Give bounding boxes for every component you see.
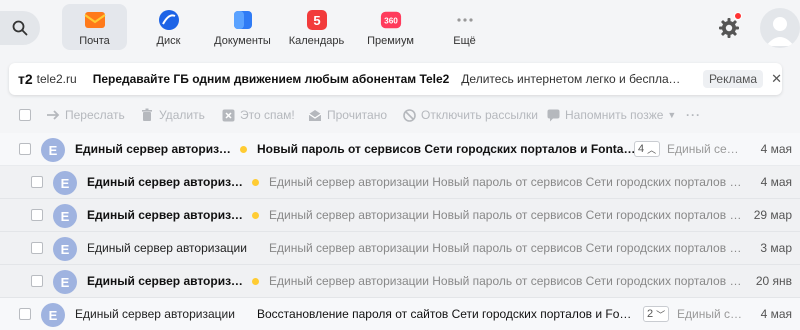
message-checkbox[interactable] <box>19 143 31 155</box>
message-preview: Единый сервер авторизации Новый пароль о… <box>269 274 743 288</box>
message-checkbox[interactable] <box>31 176 43 188</box>
unread-dot[interactable] <box>252 179 259 186</box>
message-subject: Новый пароль от сервисов Сети городских … <box>257 142 637 156</box>
chevron-icon: ︿ <box>647 144 657 155</box>
service-premium[interactable]: 360 Премиум <box>358 4 423 50</box>
unread-dot[interactable] <box>240 146 247 153</box>
ad-label: Реклама <box>702 70 764 88</box>
sender-name: Единый сервер авторизации <box>87 175 245 189</box>
remind-later-button[interactable]: Напомнить позже ▼ <box>546 108 676 122</box>
message-snippet: Единый сервер авторизации <box>667 142 745 156</box>
message-checkbox[interactable] <box>31 242 43 254</box>
ad-logo: т2 <box>18 71 33 87</box>
message-row[interactable]: Е Единый сервер авторизации Единый сервер … <box>0 265 800 298</box>
toolbar-more-button[interactable]: ··· <box>686 108 701 122</box>
message-row[interactable]: Е Единый сервер авторизации Единый сервер … <box>0 166 800 199</box>
thread-count[interactable]: 2 ﹀ <box>643 306 670 322</box>
service-more[interactable]: Ещё <box>432 4 497 50</box>
user-avatar[interactable] <box>760 8 800 48</box>
select-all-checkbox[interactable] <box>19 109 31 121</box>
thread-count[interactable]: 4 ︿ <box>634 141 661 157</box>
ad-banner[interactable]: т2 tele2.ru Передавайте ГБ одним движени… <box>9 63 782 95</box>
mail-icon <box>83 9 106 31</box>
spam-button[interactable]: Это спам! <box>221 108 295 122</box>
message-preview: Единый сервер авторизации Новый пароль о… <box>269 241 743 255</box>
ad-site: tele2.ru <box>36 72 77 86</box>
sender-avatar[interactable]: Е <box>41 138 65 162</box>
mark-read-button[interactable]: Прочитано <box>308 108 387 122</box>
calendar-icon: 5 <box>306 9 328 31</box>
sender-avatar[interactable]: Е <box>53 171 77 195</box>
service-label: Календарь <box>288 35 345 47</box>
sender-avatar[interactable]: Е <box>53 270 77 294</box>
sender-avatar[interactable]: Е <box>53 204 77 228</box>
message-checkbox[interactable] <box>19 308 31 320</box>
chevron-icon: ﹀ <box>656 309 666 320</box>
search-button[interactable] <box>0 11 40 45</box>
message-subject: Восстановление пароля от сайтов Сети гор… <box>257 307 637 321</box>
message-checkbox[interactable] <box>31 209 43 221</box>
message-row[interactable]: Е Единый сервер авторизации Единый сервер … <box>0 232 800 265</box>
trash-icon <box>140 108 154 122</box>
sender-name: Единый сервер авторизации <box>75 142 233 156</box>
forward-icon <box>46 108 60 122</box>
service-calendar[interactable]: 5 Календарь <box>284 4 349 50</box>
user-icon <box>766 17 794 46</box>
documents-icon <box>232 9 254 31</box>
sender-name: Единый сервер авторизации <box>87 208 245 222</box>
service-label: Диск <box>156 35 181 47</box>
scrollbar[interactable] <box>752 133 800 330</box>
delete-button[interactable]: Удалить <box>140 108 205 122</box>
service-mail[interactable]: Почта <box>62 4 127 50</box>
message-snippet: Единый сервер авторизации <box>677 307 745 321</box>
unread-dot[interactable] <box>252 212 259 219</box>
sender-name: Единый сервер авторизации <box>87 274 245 288</box>
notification-dot <box>734 12 742 20</box>
envelope-open-icon <box>308 108 322 122</box>
service-label: Документы <box>214 35 271 47</box>
message-row[interactable]: Е Единый сервер авторизации Восстановление… <box>0 298 800 330</box>
ad-title[interactable]: Передавайте ГБ одним движением любым або… <box>93 72 450 86</box>
sender-name: Единый сервер авторизации <box>75 307 235 321</box>
sender-name: Единый сервер авторизации <box>87 241 247 255</box>
ad-description: Делитесь интернетом легко и бесплатно с … <box>461 72 685 86</box>
calendar-badge: 5 <box>313 13 320 28</box>
forward-button[interactable]: Переслать <box>46 108 125 122</box>
sender-avatar[interactable]: Е <box>53 237 77 261</box>
message-checkbox[interactable] <box>31 275 43 287</box>
unsubscribe-icon <box>402 108 416 122</box>
service-disk[interactable]: Диск <box>136 4 201 50</box>
spam-icon <box>221 108 235 122</box>
service-label: Премиум <box>367 35 414 47</box>
message-toolbar: Переслать Удалить Это спам! Прочитано От… <box>0 104 800 126</box>
top-bar: Почта Диск Документы 5 Календарь 360 Пре… <box>0 0 800 56</box>
ad-close-button[interactable]: ✕ <box>771 71 782 87</box>
unread-dot[interactable] <box>252 278 259 285</box>
sender-avatar[interactable]: Е <box>41 303 65 327</box>
unsubscribe-button[interactable]: Отключить рассылки <box>402 108 538 122</box>
more-icon <box>454 9 476 31</box>
service-documents[interactable]: Документы <box>210 4 275 50</box>
message-row[interactable]: Е Единый сервер авторизации Единый сервер … <box>0 199 800 232</box>
search-icon <box>12 20 28 36</box>
premium-badge: 360 <box>384 17 398 26</box>
service-label: Ещё <box>453 35 476 47</box>
disk-icon <box>158 9 180 31</box>
service-label: Почта <box>79 35 110 47</box>
remind-icon <box>546 108 560 122</box>
message-preview: Единый сервер авторизации Новый пароль о… <box>269 175 743 189</box>
services-nav: Почта Диск Документы 5 Календарь 360 Пре… <box>62 4 506 50</box>
message-row[interactable]: Е Единый сервер авторизации Новый пароль о… <box>0 133 800 166</box>
premium-icon: 360 <box>380 9 402 31</box>
message-list: Е Единый сервер авторизации Новый пароль о… <box>0 133 800 330</box>
chevron-down-icon: ▼ <box>667 110 677 120</box>
message-preview: Единый сервер авторизации Новый пароль о… <box>269 208 743 222</box>
